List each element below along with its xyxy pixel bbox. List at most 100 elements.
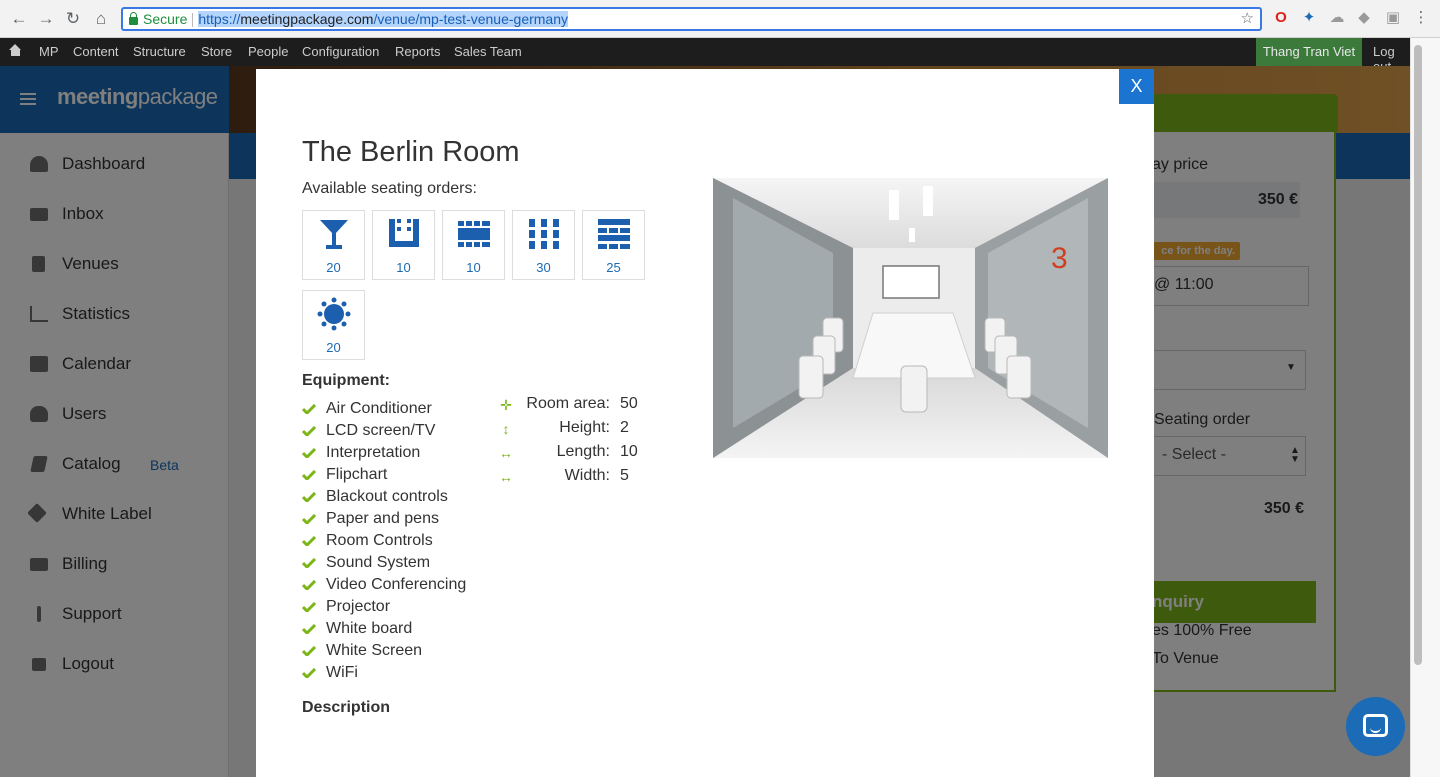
dimension-label: Width: bbox=[564, 467, 610, 484]
opera-icon[interactable]: O bbox=[1272, 9, 1290, 27]
dimension-value: 2 bbox=[620, 419, 629, 436]
equipment-label: WiFi bbox=[326, 664, 358, 681]
seating-option-u-shape[interactable]: 10 bbox=[372, 210, 435, 280]
check-icon bbox=[302, 448, 316, 458]
check-icon bbox=[302, 426, 316, 436]
check-icon bbox=[302, 514, 316, 524]
length-icon: ↔ bbox=[499, 445, 513, 461]
equipment-label: Flipchart bbox=[326, 466, 388, 483]
extension-icon[interactable]: ✦ bbox=[1300, 9, 1318, 27]
dimension-label: Room area: bbox=[526, 395, 610, 412]
dimension-value: 10 bbox=[620, 443, 638, 460]
browser-toolbar: ← → ↻ ⌂ Secure https://meetingpackage.com… bbox=[0, 0, 1440, 38]
room-modal: X The Berlin Room Available seating orde… bbox=[256, 69, 1154, 777]
check-icon bbox=[302, 668, 316, 678]
check-icon bbox=[302, 558, 316, 568]
seating-count: 30 bbox=[536, 260, 551, 275]
admin-menu-sales-team[interactable]: Sales Team bbox=[454, 44, 522, 59]
check-icon bbox=[302, 646, 316, 656]
seating-count: 20 bbox=[326, 340, 341, 355]
seating-option-banquet[interactable]: 20 bbox=[302, 290, 365, 360]
equipment-label: Projector bbox=[326, 598, 391, 615]
theater-icon bbox=[598, 219, 630, 249]
equipment-label: Interpretation bbox=[326, 444, 421, 461]
seating-option-classroom[interactable]: 30 bbox=[512, 210, 575, 280]
seating-count: 20 bbox=[326, 260, 341, 275]
admin-menu-configuration[interactable]: Configuration bbox=[302, 44, 379, 59]
seating-option-boardroom[interactable]: 10 bbox=[442, 210, 505, 280]
admin-user[interactable]: Thang Tran Viet bbox=[1256, 38, 1362, 66]
check-icon bbox=[302, 624, 316, 634]
url-text: https://meetingpackage.com/venue/mp-test… bbox=[198, 11, 569, 27]
seating-count: 10 bbox=[396, 260, 411, 275]
back-icon[interactable]: ← bbox=[8, 8, 30, 30]
dimension-room-area: ✛ Room area: 50 bbox=[498, 395, 658, 417]
extension-diamond-icon[interactable]: ◆ bbox=[1355, 9, 1373, 27]
admin-menu-content[interactable]: Content bbox=[73, 44, 119, 59]
equipment-label: Room Controls bbox=[326, 532, 433, 549]
equipment-label: White Screen bbox=[326, 642, 423, 659]
reload-icon[interactable]: ↻ bbox=[62, 8, 84, 30]
menu-dots-icon[interactable]: ⋮ bbox=[1412, 9, 1430, 27]
admin-menu-reports[interactable]: Reports bbox=[395, 44, 441, 59]
seating-orders-label: Available seating orders: bbox=[302, 180, 477, 197]
cocktail-icon bbox=[320, 220, 348, 249]
chat-icon bbox=[1363, 714, 1388, 737]
banquet-icon bbox=[317, 297, 351, 331]
dimension-width: ↔ Width: 5 bbox=[498, 467, 658, 489]
room-number-decal: 3 bbox=[1051, 242, 1068, 275]
dimension-value: 5 bbox=[620, 467, 629, 484]
classroom-icon bbox=[529, 219, 559, 249]
check-icon bbox=[302, 404, 316, 414]
area-icon: ✛ bbox=[500, 397, 512, 413]
equipment-label: Air Conditioner bbox=[326, 400, 432, 417]
admin-menu-mp[interactable]: MP bbox=[39, 44, 59, 59]
separator bbox=[192, 13, 194, 28]
equipment-label: White board bbox=[326, 620, 413, 637]
height-icon: ↕ bbox=[502, 421, 510, 437]
seating-count: 10 bbox=[466, 260, 481, 275]
dimension-label: Height: bbox=[559, 419, 610, 436]
close-button[interactable]: X bbox=[1119, 69, 1154, 104]
seating-count: 25 bbox=[606, 260, 621, 275]
equipment-label: Video Conferencing bbox=[326, 576, 467, 593]
home-icon[interactable]: ⌂ bbox=[90, 8, 112, 30]
seating-option-theater[interactable]: 25 bbox=[582, 210, 645, 280]
bookmark-star-icon[interactable]: ☆ bbox=[1241, 9, 1254, 29]
seating-option-cocktail[interactable]: 20 bbox=[302, 210, 365, 280]
boardroom-icon bbox=[458, 221, 490, 247]
url-scheme: https:// bbox=[198, 11, 241, 27]
dimension-height: ↕ Height: 2 bbox=[498, 419, 658, 441]
check-icon bbox=[302, 580, 316, 590]
lock-icon bbox=[129, 12, 138, 25]
description-heading: Description bbox=[302, 699, 391, 716]
equipment-heading: Equipment: bbox=[302, 372, 390, 389]
forward-icon[interactable]: → bbox=[35, 8, 57, 30]
check-icon bbox=[302, 602, 316, 612]
room-photo[interactable]: 3 bbox=[713, 178, 1108, 458]
url-host: meetingpackage.com bbox=[240, 11, 374, 27]
address-bar[interactable]: Secure https://meetingpackage.com/venue/m… bbox=[121, 7, 1262, 31]
equipment-label: Sound System bbox=[326, 554, 431, 571]
admin-home-icon[interactable] bbox=[9, 44, 22, 57]
dimension-value: 50 bbox=[620, 395, 638, 412]
dimension-length: ↔ Length: 10 bbox=[498, 443, 658, 465]
chat-button[interactable] bbox=[1346, 697, 1405, 756]
admin-menu-store[interactable]: Store bbox=[201, 44, 232, 59]
admin-toolbar: MP Content Structure Store People Config… bbox=[0, 38, 1410, 74]
dimension-label: Length: bbox=[556, 443, 610, 460]
secure-label: Secure bbox=[143, 11, 188, 27]
room-title: The Berlin Room bbox=[302, 136, 520, 168]
admin-menu-people[interactable]: People bbox=[248, 44, 288, 59]
equipment-label: Paper and pens bbox=[326, 510, 439, 527]
check-icon bbox=[302, 536, 316, 546]
check-icon bbox=[302, 470, 316, 480]
scrollbar-thumb[interactable] bbox=[1414, 45, 1422, 665]
url-path: /venue/mp-test-venue-germany bbox=[373, 11, 569, 27]
equipment-label: LCD screen/TV bbox=[326, 422, 436, 439]
extension-square-icon[interactable]: ▣ bbox=[1384, 9, 1402, 27]
u-shape-icon bbox=[389, 219, 419, 247]
width-icon: ↔ bbox=[499, 469, 513, 485]
admin-menu-structure[interactable]: Structure bbox=[133, 44, 186, 59]
extension-cloud-icon[interactable]: ☁ bbox=[1328, 9, 1346, 27]
